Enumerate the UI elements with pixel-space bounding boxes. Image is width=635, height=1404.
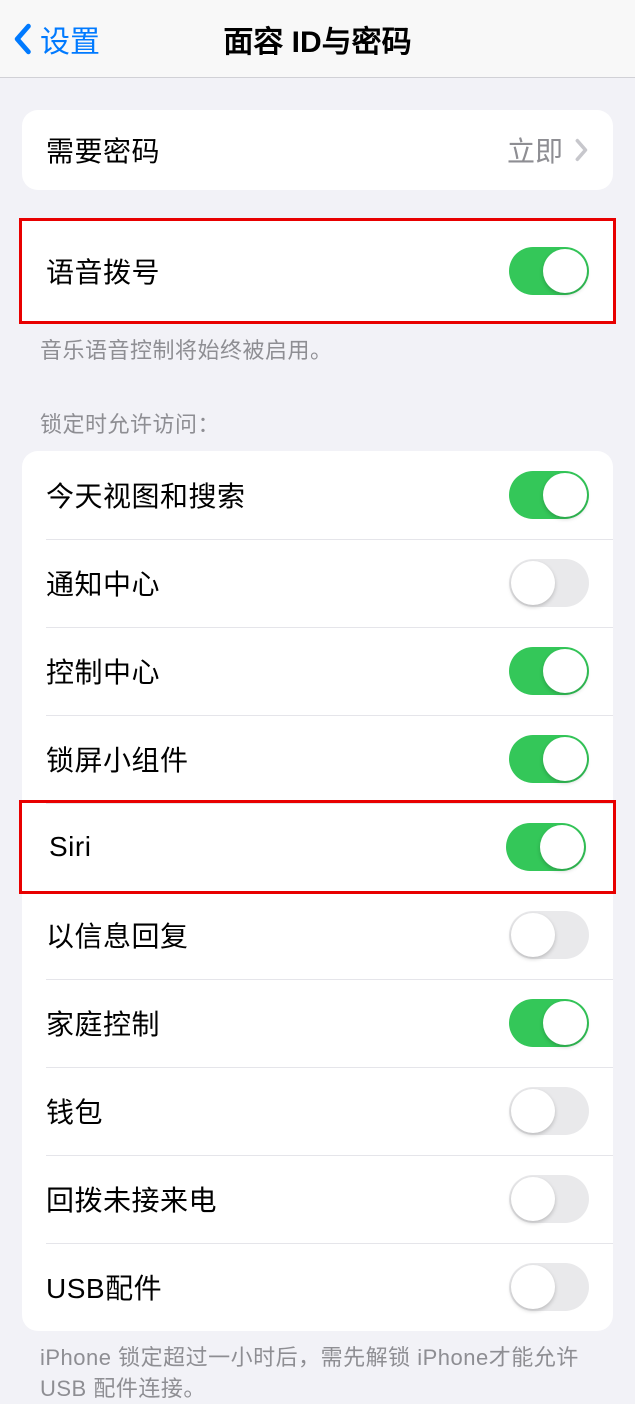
voice-dial-highlight: 语音拨号 [19,218,616,324]
back-label: 设置 [40,17,100,61]
toggle-knob [511,1265,555,1309]
require-passcode-group: 需要密码 立即 [22,110,613,190]
toggle-knob [543,737,587,781]
lock-access-label: USB配件 [46,1267,162,1307]
lock-access-toggle[interactable] [509,559,589,607]
lock-access-label: 家庭控制 [46,1003,160,1043]
lock-access-row: 家庭控制 [22,979,613,1067]
lock-access-label: 通知中心 [46,563,160,603]
voice-dial-label: 语音拨号 [46,251,160,291]
voice-dial-row: 语音拨号 [22,221,613,321]
toggle-knob [540,825,584,869]
require-passcode-value-wrap: 立即 [507,130,589,170]
require-passcode-label: 需要密码 [46,130,160,170]
lock-access-toggle[interactable] [509,999,589,1047]
lock-access-row: USB配件 [22,1243,613,1331]
lock-access-toggle[interactable] [506,823,586,871]
lock-access-label: 钱包 [46,1091,103,1131]
lock-access-row: 钱包 [22,1067,613,1155]
toggle-knob [511,913,555,957]
lock-access-toggle[interactable] [509,471,589,519]
lock-access-toggle[interactable] [509,647,589,695]
chevron-right-icon [575,138,589,162]
lock-access-toggle[interactable] [509,911,589,959]
lock-access-toggle[interactable] [509,1175,589,1223]
voice-dial-footer: 音乐语音控制将始终被启用。 [0,324,635,367]
toggle-knob [511,1177,555,1221]
voice-dial-toggle[interactable] [509,247,589,295]
lock-access-toggle[interactable] [509,735,589,783]
lock-access-footer: iPhone 锁定超过一小时后，需先解锁 iPhone才能允许USB 配件连接。 [0,1331,635,1404]
lock-access-label: 今天视图和搜索 [46,475,246,515]
toggle-knob [543,1001,587,1045]
lock-access-row: 以信息回复 [22,891,613,979]
lock-access-toggle[interactable] [509,1263,589,1311]
lock-access-header: 锁定时允许访问： [0,367,635,451]
toggle-knob [511,561,555,605]
lock-access-label: 回拨未接来电 [46,1179,217,1219]
voice-dial-group: 语音拨号 [22,218,613,324]
lock-access-label: 锁屏小组件 [46,739,189,779]
lock-access-row: 回拨未接来电 [22,1155,613,1243]
lock-access-row: 今天视图和搜索 [22,451,613,539]
lock-access-label: Siri [49,831,91,863]
back-button[interactable]: 设置 [0,17,100,61]
chevron-left-icon [12,23,32,55]
toggle-knob [543,649,587,693]
lock-access-label: 控制中心 [46,651,160,691]
lock-access-group: 今天视图和搜索通知中心控制中心锁屏小组件 Siri 以信息回复家庭控制钱包回拨未接来… [22,451,613,1331]
lock-access-row: Siri [19,800,616,894]
lock-access-row: 锁屏小组件 [22,715,613,803]
lock-access-toggle[interactable] [509,1087,589,1135]
require-passcode-row[interactable]: 需要密码 立即 [22,110,613,190]
require-passcode-value: 立即 [507,130,563,170]
navigation-bar: 设置 面容 ID与密码 [0,0,635,78]
toggle-knob [511,1089,555,1133]
toggle-knob [543,473,587,517]
lock-access-row: 通知中心 [22,539,613,627]
lock-access-row: 控制中心 [22,627,613,715]
toggle-knob [543,249,587,293]
page-title: 面容 ID与密码 [223,17,411,61]
lock-access-label: 以信息回复 [46,915,189,955]
content-area: 需要密码 立即 语音拨号 音乐语音控制将始终被启用。 锁定时允许访问： 今天视图… [0,110,635,1404]
